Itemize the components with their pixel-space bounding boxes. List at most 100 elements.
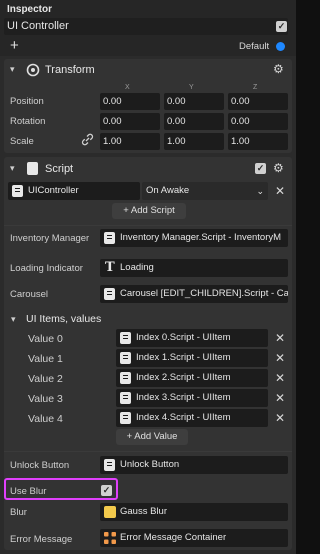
ui-item-value: Index 0.Script - UIItem — [136, 332, 231, 343]
remove-item-button[interactable]: ✕ — [275, 392, 285, 404]
use-blur-checkbox[interactable]: ✓ — [101, 485, 112, 496]
blur-label: Blur — [10, 507, 27, 518]
remove-script-button[interactable]: ✕ — [275, 185, 285, 197]
ui-item-field[interactable]: Index 2.Script - UIItem — [116, 369, 268, 387]
chevron-down-icon[interactable]: ▾ — [10, 163, 15, 174]
error-message-field[interactable]: Error Message Container — [100, 529, 288, 547]
rotation-z-input[interactable]: 0.00 — [228, 113, 288, 130]
add-script-button[interactable]: + Add Script — [112, 203, 186, 219]
transform-icon — [26, 63, 40, 77]
rotation-label: Rotation — [10, 116, 46, 127]
divider — [4, 451, 292, 452]
script-file-icon — [104, 288, 115, 300]
object-name-field[interactable]: UI Controller — [4, 18, 288, 35]
loading-indicator-value: Loading — [120, 262, 154, 273]
script-file-icon — [104, 232, 115, 244]
layer-color-icon — [276, 42, 285, 51]
script-file-icon — [120, 372, 131, 384]
link-icon[interactable] — [81, 133, 94, 146]
script-asset-field[interactable]: UIController — [8, 182, 140, 200]
remove-item-button[interactable]: ✕ — [275, 352, 285, 364]
remove-item-button[interactable]: ✕ — [275, 372, 285, 384]
add-component-button[interactable]: + — [10, 37, 19, 54]
remove-item-button[interactable]: ✕ — [275, 332, 285, 344]
position-x-input[interactable]: 0.00 — [100, 93, 160, 110]
ui-item-label: Value 4 — [28, 413, 63, 425]
inspector-panel: Inspector UI Controller ✓ + Default ▾ Tr… — [0, 0, 296, 554]
rotation-x-input[interactable]: 0.00 — [100, 113, 160, 130]
ui-item-field[interactable]: Index 4.Script - UIItem — [116, 409, 268, 427]
position-y-input[interactable]: 0.00 — [164, 93, 224, 110]
remove-item-button[interactable]: ✕ — [275, 412, 285, 424]
error-message-label: Error Message — [10, 534, 73, 545]
position-z-input[interactable]: 0.00 — [228, 93, 288, 110]
axis-z-label: Z — [253, 84, 258, 91]
script-file-icon — [12, 185, 23, 197]
layer-label[interactable]: Default — [239, 41, 269, 52]
script-enabled-checkbox[interactable]: ✓ — [255, 163, 266, 174]
script-file-icon — [120, 332, 131, 344]
add-value-button[interactable]: + Add Value — [116, 429, 188, 445]
scale-y-input[interactable]: 1.00 — [164, 133, 224, 150]
ui-item-field[interactable]: Index 3.Script - UIItem — [116, 389, 268, 407]
carousel-field[interactable]: Carousel [EDIT_CHILDREN].Script - Ca — [100, 285, 288, 303]
script-file-icon — [104, 459, 115, 471]
ui-item-value: Index 1.Script - UIItem — [136, 352, 231, 363]
inventory-manager-field[interactable]: Inventory Manager.Script - InventoryM — [100, 229, 288, 247]
gear-icon[interactable]: ⚙ — [273, 161, 284, 175]
ui-item-value: Index 2.Script - UIItem — [136, 372, 231, 383]
script-icon — [27, 162, 38, 175]
scale-x-input[interactable]: 1.00 — [100, 133, 160, 150]
script-file-icon — [120, 412, 131, 424]
error-message-value: Error Message Container — [120, 532, 227, 543]
axis-y-label: Y — [189, 84, 194, 91]
inventory-manager-value: Inventory Manager.Script - InventoryM — [120, 232, 282, 243]
object-name: UI Controller — [7, 20, 69, 32]
event-dropdown[interactable]: On Awake ⌄ — [142, 182, 268, 200]
script-asset-name: UIController — [28, 185, 79, 196]
loading-indicator-label: Loading Indicator — [10, 263, 83, 274]
container-icon — [104, 532, 116, 544]
unlock-button-value: Unlock Button — [120, 459, 180, 470]
ui-item-label: Value 2 — [28, 373, 63, 385]
ui-item-field[interactable]: Index 0.Script - UIItem — [116, 329, 268, 347]
ui-item-value: Index 4.Script - UIItem — [136, 412, 231, 423]
loading-indicator-field[interactable]: T Loading — [100, 259, 288, 277]
chevron-down-icon[interactable]: ▾ — [11, 314, 16, 325]
chevron-down-icon[interactable]: ▾ — [10, 64, 15, 75]
unlock-button-label: Unlock Button — [10, 460, 70, 471]
event-value: On Awake — [146, 185, 190, 196]
divider — [4, 225, 292, 226]
axis-x-label: X — [125, 84, 130, 91]
carousel-label: Carousel — [10, 289, 49, 300]
inspector-header: Inspector UI Controller ✓ + Default — [0, 0, 296, 56]
ui-item-label: Value 3 — [28, 393, 63, 405]
gear-icon[interactable]: ⚙ — [273, 62, 284, 76]
ui-item-value: Index 3.Script - UIItem — [136, 392, 231, 403]
rotation-y-input[interactable]: 0.00 — [164, 113, 224, 130]
ui-item-label: Value 1 — [28, 353, 63, 365]
script-file-icon — [120, 352, 131, 364]
transform-title: Transform — [45, 64, 95, 76]
inventory-manager-label: Inventory Manager — [10, 233, 90, 244]
blur-field[interactable]: Gauss Blur — [100, 503, 288, 521]
blur-value: Gauss Blur — [120, 506, 167, 517]
chevron-down-icon: ⌄ — [256, 186, 264, 196]
object-enabled-checkbox[interactable]: ✓ — [276, 21, 287, 32]
position-label: Position — [10, 96, 44, 107]
unlock-button-field[interactable]: Unlock Button — [100, 456, 288, 474]
ui-item-label: Value 0 — [28, 333, 63, 345]
transform-section: ▾ Transform ⚙ X Y Z Position 0.00 0.00 0… — [4, 59, 292, 153]
script-file-icon — [120, 392, 131, 404]
ui-items-label: UI Items, values — [26, 313, 102, 325]
use-blur-label: Use Blur — [10, 486, 47, 497]
material-icon — [104, 506, 116, 518]
ui-item-field[interactable]: Index 1.Script - UIItem — [116, 349, 268, 367]
scale-label: Scale — [10, 136, 34, 147]
script-title: Script — [45, 163, 74, 175]
scale-z-input[interactable]: 1.00 — [228, 133, 288, 150]
carousel-value: Carousel [EDIT_CHILDREN].Script - Ca — [120, 288, 288, 299]
text-icon: T — [105, 260, 115, 275]
script-section: ▾ Script ✓ ⚙ UIController On Awake ⌄ ✕ +… — [4, 157, 292, 550]
panel-title: Inspector — [7, 4, 53, 15]
